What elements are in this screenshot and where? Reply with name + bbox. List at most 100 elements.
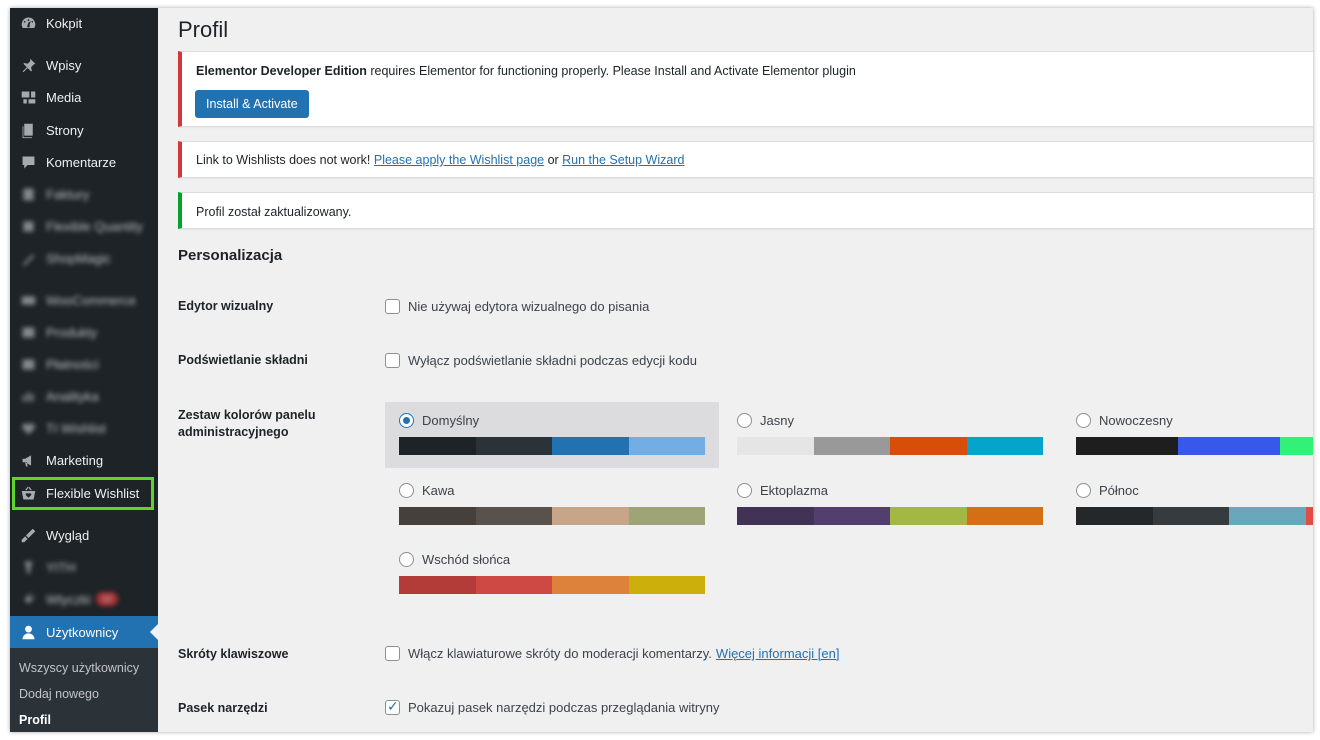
scheme-sunrise[interactable]: Wschód słońca	[385, 541, 719, 607]
magic-icon	[10, 250, 46, 267]
product-icon	[10, 324, 46, 341]
sidebar-item-woocommerce[interactable]: WooCommerce	[10, 285, 158, 315]
scheme-radio[interactable]	[399, 483, 414, 498]
users-submenu: Wszyscy użytkownicy Dodaj nowego Profil	[10, 648, 158, 732]
toolbar-checkbox[interactable]	[385, 698, 400, 715]
submenu-add-new[interactable]: Dodaj nowego	[19, 687, 99, 701]
sidebar-item-produkty[interactable]: Produkty	[10, 317, 158, 347]
scheme-radio[interactable]	[399, 413, 414, 428]
visual-editor-label: Edytor wizualny	[178, 299, 274, 313]
visual-editor-checkbox[interactable]	[385, 299, 400, 314]
notice-elementor: Elementor Developer Edition requires Ele…	[178, 51, 1313, 127]
sidebar-item-kokpit[interactable]: Kokpit	[10, 8, 158, 38]
dashboard-icon	[10, 15, 46, 32]
sidebar-item-uzytkownicy[interactable]: Użytkownicy	[10, 616, 158, 648]
sidebar-item-label: ShopMagic	[46, 250, 112, 266]
more-info-link[interactable]: Więcej informacji [en]	[716, 646, 840, 661]
sidebar-item-komentarze[interactable]: Komentarze	[10, 147, 158, 177]
sidebar-item-strony[interactable]: Strony	[10, 115, 158, 145]
scheme-coffee[interactable]: Kawa	[385, 472, 719, 538]
scheme-swatches	[1076, 507, 1313, 525]
sidebar-item-wyglad[interactable]: Wygląd	[10, 520, 158, 550]
shortcuts-label: Skróty klawiszowe	[178, 647, 289, 661]
scheme-swatches	[737, 437, 1043, 455]
color-scheme-label: Zestaw kolorów panelu administracyjnego	[178, 408, 316, 439]
sidebar-item-label: YITH	[46, 559, 76, 575]
setup-wizard-link[interactable]: Run the Setup Wizard	[562, 153, 684, 167]
scheme-swatches	[399, 507, 705, 525]
toolbar-label: Pasek narzędzi	[178, 701, 268, 715]
sidebar-item-media[interactable]: Media	[10, 82, 158, 112]
sidebar-item-label: Flexible Quantity	[46, 218, 143, 234]
scheme-light[interactable]: Jasny	[723, 402, 1057, 468]
scheme-swatches	[399, 437, 705, 455]
submenu-profile[interactable]: Profil	[19, 713, 51, 727]
scheme-swatches	[399, 576, 705, 594]
comment-icon	[10, 154, 46, 171]
toolbar-option[interactable]: Pokazuj pasek narzędzi podczas przegląda…	[385, 698, 719, 715]
payment-icon	[10, 356, 46, 373]
sidebar-item-label: Strony	[46, 122, 84, 138]
notice-success: Profil został zaktualizowany.	[178, 192, 1313, 229]
sidebar-item-label: Analityka	[46, 388, 99, 404]
highlight-box	[12, 477, 154, 510]
sidebar-item-platnosci[interactable]: Płatności	[10, 349, 158, 379]
sidebar-item-label: Użytkownicy	[46, 624, 119, 640]
scheme-default[interactable]: Domyślny	[385, 402, 719, 468]
megaphone-icon	[10, 452, 46, 469]
pages-icon	[10, 122, 46, 139]
scheme-swatches	[1076, 437, 1313, 455]
sidebar-item-label: Wygląd	[46, 527, 90, 543]
sidebar-item-wpisy[interactable]: Wpisy	[10, 50, 158, 80]
browser-frame: Kokpit Wpisy Media Strony Komentarze Fak…	[10, 8, 1313, 732]
sidebar-item-label: Komentarze	[46, 154, 117, 170]
scheme-radio[interactable]	[399, 552, 414, 567]
syntax-label: Podświetlanie składni	[178, 353, 308, 367]
submenu-all-users[interactable]: Wszyscy użytkownicy	[19, 661, 139, 675]
users-icon	[10, 624, 46, 641]
sidebar-item-label: Wpisy	[46, 57, 82, 73]
sidebar-item-label: TI Wishlist	[46, 420, 106, 436]
apply-wishlist-page-link[interactable]: Please apply the Wishlist page	[374, 153, 544, 167]
sidebar-item-label: Kokpit	[46, 15, 83, 31]
scheme-ectoplasm[interactable]: Ektoplazma	[723, 472, 1057, 538]
admin-sidebar: Kokpit Wpisy Media Strony Komentarze Fak…	[10, 8, 158, 732]
pin-icon	[10, 57, 46, 74]
sidebar-item-label: Wtyczki	[46, 591, 91, 607]
section-title: Personalizacja	[178, 247, 283, 264]
scheme-radio[interactable]	[1076, 413, 1091, 428]
syntax-option[interactable]: Wyłącz podświetlanie składni podczas edy…	[385, 353, 697, 368]
scheme-radio[interactable]	[737, 483, 752, 498]
update-count-badge: 10	[95, 592, 118, 606]
main-content: Profil Elementor Developer Edition requi…	[158, 8, 1313, 732]
sidebar-item-shopmagic[interactable]: ShopMagic	[10, 243, 158, 273]
sidebar-item-analityka[interactable]: Analityka	[10, 381, 158, 411]
sidebar-item-label: Produkty	[46, 324, 98, 340]
quantity-icon	[10, 218, 46, 235]
sidebar-item-ti-wishlist[interactable]: TI Wishlist	[10, 413, 158, 443]
sidebar-item-flexible-quantity[interactable]: Flexible Quantity	[10, 211, 158, 241]
sidebar-item-label: WooCommerce	[46, 292, 137, 308]
sidebar-item-wtyczki[interactable]: Wtyczki 10	[10, 584, 158, 614]
scheme-radio[interactable]	[737, 413, 752, 428]
sidebar-item-label: Faktury	[46, 186, 90, 202]
visual-editor-option[interactable]: Nie używaj edytora wizualnego do pisania	[385, 299, 649, 314]
sidebar-item-yith[interactable]: YITH	[10, 552, 158, 582]
notice-elementor-text: Elementor Developer Edition requires Ele…	[196, 64, 856, 78]
shortcuts-checkbox[interactable]	[385, 646, 400, 661]
syntax-checkbox[interactable]	[385, 353, 400, 368]
sidebar-item-label: Płatności	[46, 356, 99, 372]
scheme-swatches	[737, 507, 1043, 525]
sidebar-item-faktury[interactable]: Faktury	[10, 179, 158, 209]
notice-success-text: Profil został zaktualizowany.	[196, 205, 352, 219]
install-activate-button[interactable]: Install & Activate	[195, 90, 309, 118]
scheme-radio[interactable]	[1076, 483, 1091, 498]
shortcuts-option[interactable]: Włącz klawiaturowe skróty do moderacji k…	[385, 646, 839, 661]
scheme-modern[interactable]: Nowoczesny	[1062, 402, 1313, 468]
woo-icon	[10, 292, 46, 309]
scheme-midnight[interactable]: Północ	[1062, 472, 1313, 538]
sidebar-item-label: Marketing	[46, 452, 104, 468]
media-icon	[10, 89, 46, 106]
page-title: Profil	[178, 17, 229, 42]
sidebar-item-marketing[interactable]: Marketing	[10, 445, 158, 475]
